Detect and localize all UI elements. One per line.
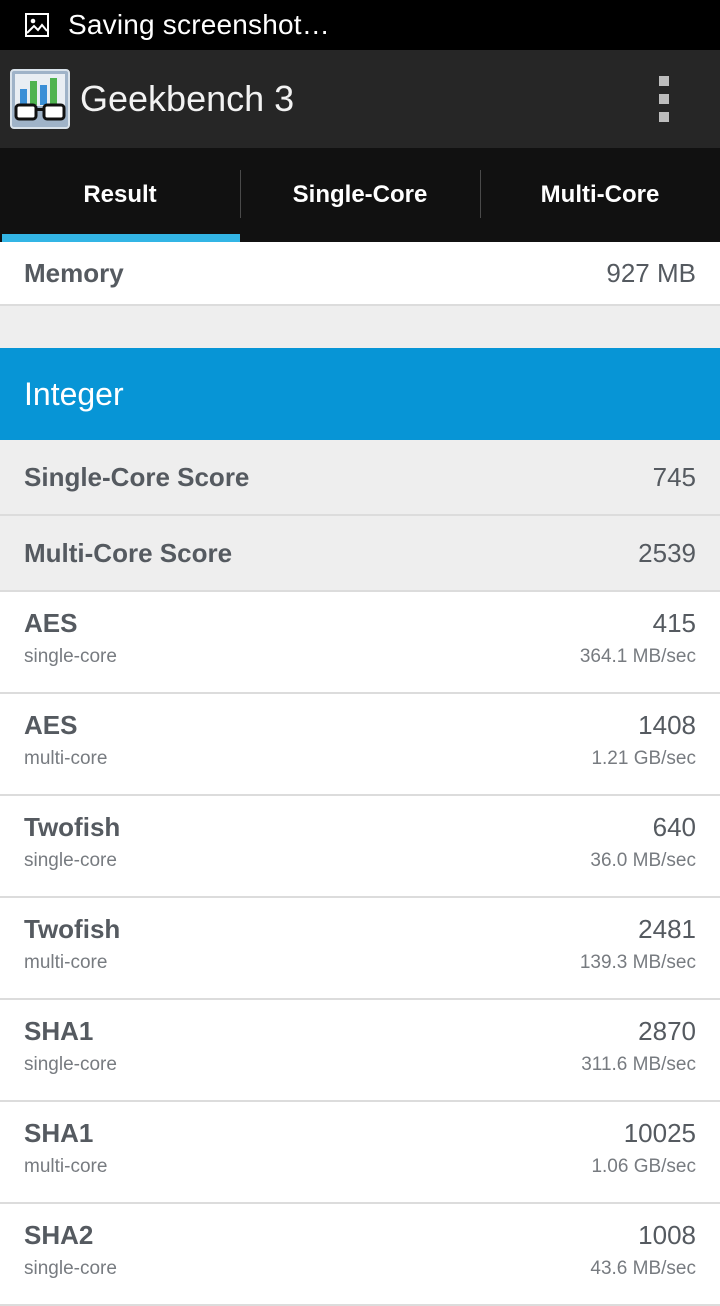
score-value: 745 <box>652 461 696 492</box>
benchmark-rate: 1.06 GB/sec <box>591 1156 696 1177</box>
benchmark-row[interactable]: AES multi-core 1408 1.21 GB/sec <box>0 694 720 796</box>
tab-label: Result <box>83 181 157 208</box>
benchmark-mode: multi-core <box>24 952 108 973</box>
menu-dot <box>659 112 669 122</box>
benchmark-name: AES <box>24 710 78 740</box>
tab-label: Multi-Core <box>540 181 660 208</box>
section-gap <box>0 306 720 348</box>
status-notification-text: Saving screenshot… <box>68 9 330 40</box>
tab-multi-core[interactable]: Multi-Core <box>480 148 720 242</box>
section-title: Integer <box>24 375 124 412</box>
benchmark-mode: single-core <box>24 1054 117 1075</box>
benchmark-mode: multi-core <box>24 748 108 769</box>
benchmark-score: 1408 <box>638 710 696 740</box>
geekbench-logo-icon[interactable] <box>10 69 70 129</box>
benchmark-rate: 1.21 GB/sec <box>591 748 696 769</box>
app-bar: Geekbench 3 <box>0 50 720 148</box>
section-header-integer: Integer <box>0 348 720 440</box>
memory-value: 927 MB <box>606 257 696 288</box>
benchmark-name: SHA1 <box>24 1016 94 1046</box>
benchmark-mode: single-core <box>24 850 117 871</box>
menu-dot <box>659 94 669 104</box>
multi-core-score-row: Multi-Core Score 2539 <box>0 516 720 592</box>
benchmark-mode: multi-core <box>24 1156 108 1177</box>
menu-dot <box>659 76 669 86</box>
benchmark-score: 10025 <box>623 1118 696 1148</box>
memory-row: Memory 927 MB <box>0 242 720 306</box>
benchmark-score: 1008 <box>638 1220 696 1250</box>
benchmark-row[interactable]: SHA2 single-core 1008 43.6 MB/sec <box>0 1204 720 1306</box>
benchmark-row[interactable]: SHA1 single-core 2870 311.6 MB/sec <box>0 1000 720 1102</box>
benchmark-name: Twofish <box>24 812 121 842</box>
score-label: Single-Core Score <box>24 461 250 492</box>
tab-bar: Result Single-Core Multi-Core <box>0 148 720 242</box>
score-value: 2539 <box>638 537 696 568</box>
benchmark-row[interactable]: Twofish multi-core 2481 139.3 MB/sec <box>0 898 720 1000</box>
selected-tab-indicator <box>2 234 240 242</box>
benchmark-score: 2870 <box>638 1016 696 1046</box>
benchmark-score: 2481 <box>638 914 696 944</box>
benchmark-rate: 139.3 MB/sec <box>579 952 696 973</box>
tab-label: Single-Core <box>292 181 428 208</box>
benchmark-rate: 311.6 MB/sec <box>581 1054 696 1075</box>
benchmark-score: 415 <box>652 608 696 638</box>
results-list[interactable]: Memory 927 MB Integer Single-Core Score … <box>0 242 720 1306</box>
score-label: Multi-Core Score <box>24 537 233 568</box>
benchmark-row[interactable]: SHA1 multi-core 10025 1.06 GB/sec <box>0 1102 720 1204</box>
benchmark-row[interactable]: Twofish single-core 640 36.0 MB/sec <box>0 796 720 898</box>
benchmark-mode: single-core <box>24 1258 117 1279</box>
benchmark-name: SHA1 <box>24 1118 94 1148</box>
benchmark-name: Twofish <box>24 914 121 944</box>
benchmark-rate: 36.0 MB/sec <box>590 850 696 871</box>
benchmark-row[interactable]: AES single-core 415 364.1 MB/sec <box>0 592 720 694</box>
app-title: Geekbench 3 <box>80 78 295 119</box>
memory-label: Memory <box>24 257 124 288</box>
status-bar: Saving screenshot… <box>0 0 720 50</box>
benchmark-mode: single-core <box>24 646 117 667</box>
image-icon <box>25 13 49 37</box>
tab-single-core[interactable]: Single-Core <box>240 148 480 242</box>
benchmark-rate: 364.1 MB/sec <box>579 646 696 667</box>
benchmark-name: AES <box>24 608 78 638</box>
tab-result[interactable]: Result <box>0 148 240 242</box>
benchmark-rate: 43.6 MB/sec <box>590 1258 696 1279</box>
overflow-menu-icon[interactable] <box>650 76 678 122</box>
benchmark-score: 640 <box>652 812 696 842</box>
single-core-score-row: Single-Core Score 745 <box>0 440 720 516</box>
benchmark-name: SHA2 <box>24 1220 94 1250</box>
